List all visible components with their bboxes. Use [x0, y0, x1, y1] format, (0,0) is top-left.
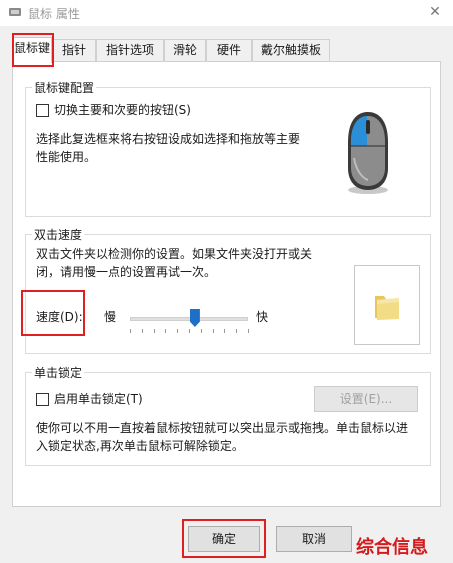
click-lock-description-2: 入锁定状态,再次单击鼠标可解除锁定。	[36, 439, 244, 453]
tab-hardware[interactable]: 硬件	[206, 39, 252, 61]
slider-tick	[177, 329, 179, 333]
mouse-properties-icon	[9, 8, 21, 16]
ok-highlight-box	[182, 519, 266, 558]
double-click-group: 双击速度 双击文件夹以检测你的设置。如果文件夹没打开或关 闭，请用慢一点的设置再…	[25, 226, 431, 354]
tab-panel: 鼠标键配置 切换主要和次要的按钮(S) 选择此复选框来将右按钮设成如选择和拖放等…	[12, 61, 441, 507]
window-title: 鼠标 属性	[28, 7, 80, 21]
slider-tick	[200, 329, 202, 333]
slider-tick	[212, 329, 214, 333]
click-lock-description-1: 使你可以不用一直按着鼠标按钮就可以突出显示或拖拽。单击鼠标以进	[36, 421, 409, 435]
slider-tick	[141, 329, 143, 333]
slider-tick	[153, 329, 155, 333]
switch-buttons-checkbox[interactable]	[36, 104, 49, 117]
double-click-title: 双击速度	[32, 226, 85, 243]
tab-pointers[interactable]: 指针	[52, 39, 96, 61]
click-lock-checkbox[interactable]	[36, 393, 49, 406]
fast-label: 快	[256, 310, 269, 324]
cancel-button[interactable]: 取消	[276, 526, 352, 552]
double-click-description-1: 双击文件夹以检测你的设置。如果文件夹没打开或关	[36, 247, 313, 261]
speed-slider-track[interactable]	[130, 317, 248, 321]
slider-tick	[236, 329, 238, 333]
click-lock-title: 单击锁定	[32, 364, 85, 381]
tab-dell-touchpad[interactable]: 戴尔触摸板	[252, 39, 330, 61]
tab-wheel[interactable]: 滑轮	[164, 39, 206, 61]
double-click-test-area[interactable]	[354, 265, 420, 345]
slider-tick	[224, 329, 226, 333]
speed-slider-thumb[interactable]	[189, 309, 200, 327]
close-icon[interactable]: ✕	[425, 2, 445, 22]
slider-tick	[189, 329, 190, 333]
switch-buttons-label[interactable]: 切换主要和次要的按钮(S)	[54, 101, 191, 119]
folder-icon[interactable]	[372, 290, 402, 322]
click-lock-settings-button[interactable]: 设置(E)...	[314, 386, 418, 412]
tab-highlight-box	[12, 33, 54, 67]
title-bar: 鼠标 属性 ✕	[0, 0, 453, 26]
mouse-icon	[348, 112, 388, 194]
slow-label: 慢	[104, 310, 117, 324]
tab-strip: 鼠标键 指针 指针选项 滑轮 硬件 戴尔触摸板	[12, 37, 442, 63]
speed-highlight-box	[21, 290, 85, 336]
button-config-description-1: 选择此复选框来将右按钮设成如选择和拖放等主要	[36, 132, 301, 146]
click-lock-group: 单击锁定 启用单击锁定(T) 设置(E)... 使你可以不用一直按着鼠标按钮就可…	[25, 364, 431, 466]
watermark: 综合信息	[356, 537, 428, 558]
double-click-description-2: 闭，请用慢一点的设置再试一次。	[36, 265, 217, 279]
slider-tick	[248, 329, 249, 333]
click-lock-label[interactable]: 启用单击锁定(T)	[54, 390, 143, 408]
tab-pointer-options[interactable]: 指针选项	[96, 39, 164, 61]
button-config-title: 鼠标键配置	[32, 79, 97, 96]
slider-tick	[130, 329, 131, 333]
button-config-group: 鼠标键配置 切换主要和次要的按钮(S) 选择此复选框来将右按钮设成如选择和拖放等…	[25, 79, 431, 217]
slider-tick	[165, 329, 167, 333]
button-config-description-2: 性能使用。	[36, 150, 97, 164]
